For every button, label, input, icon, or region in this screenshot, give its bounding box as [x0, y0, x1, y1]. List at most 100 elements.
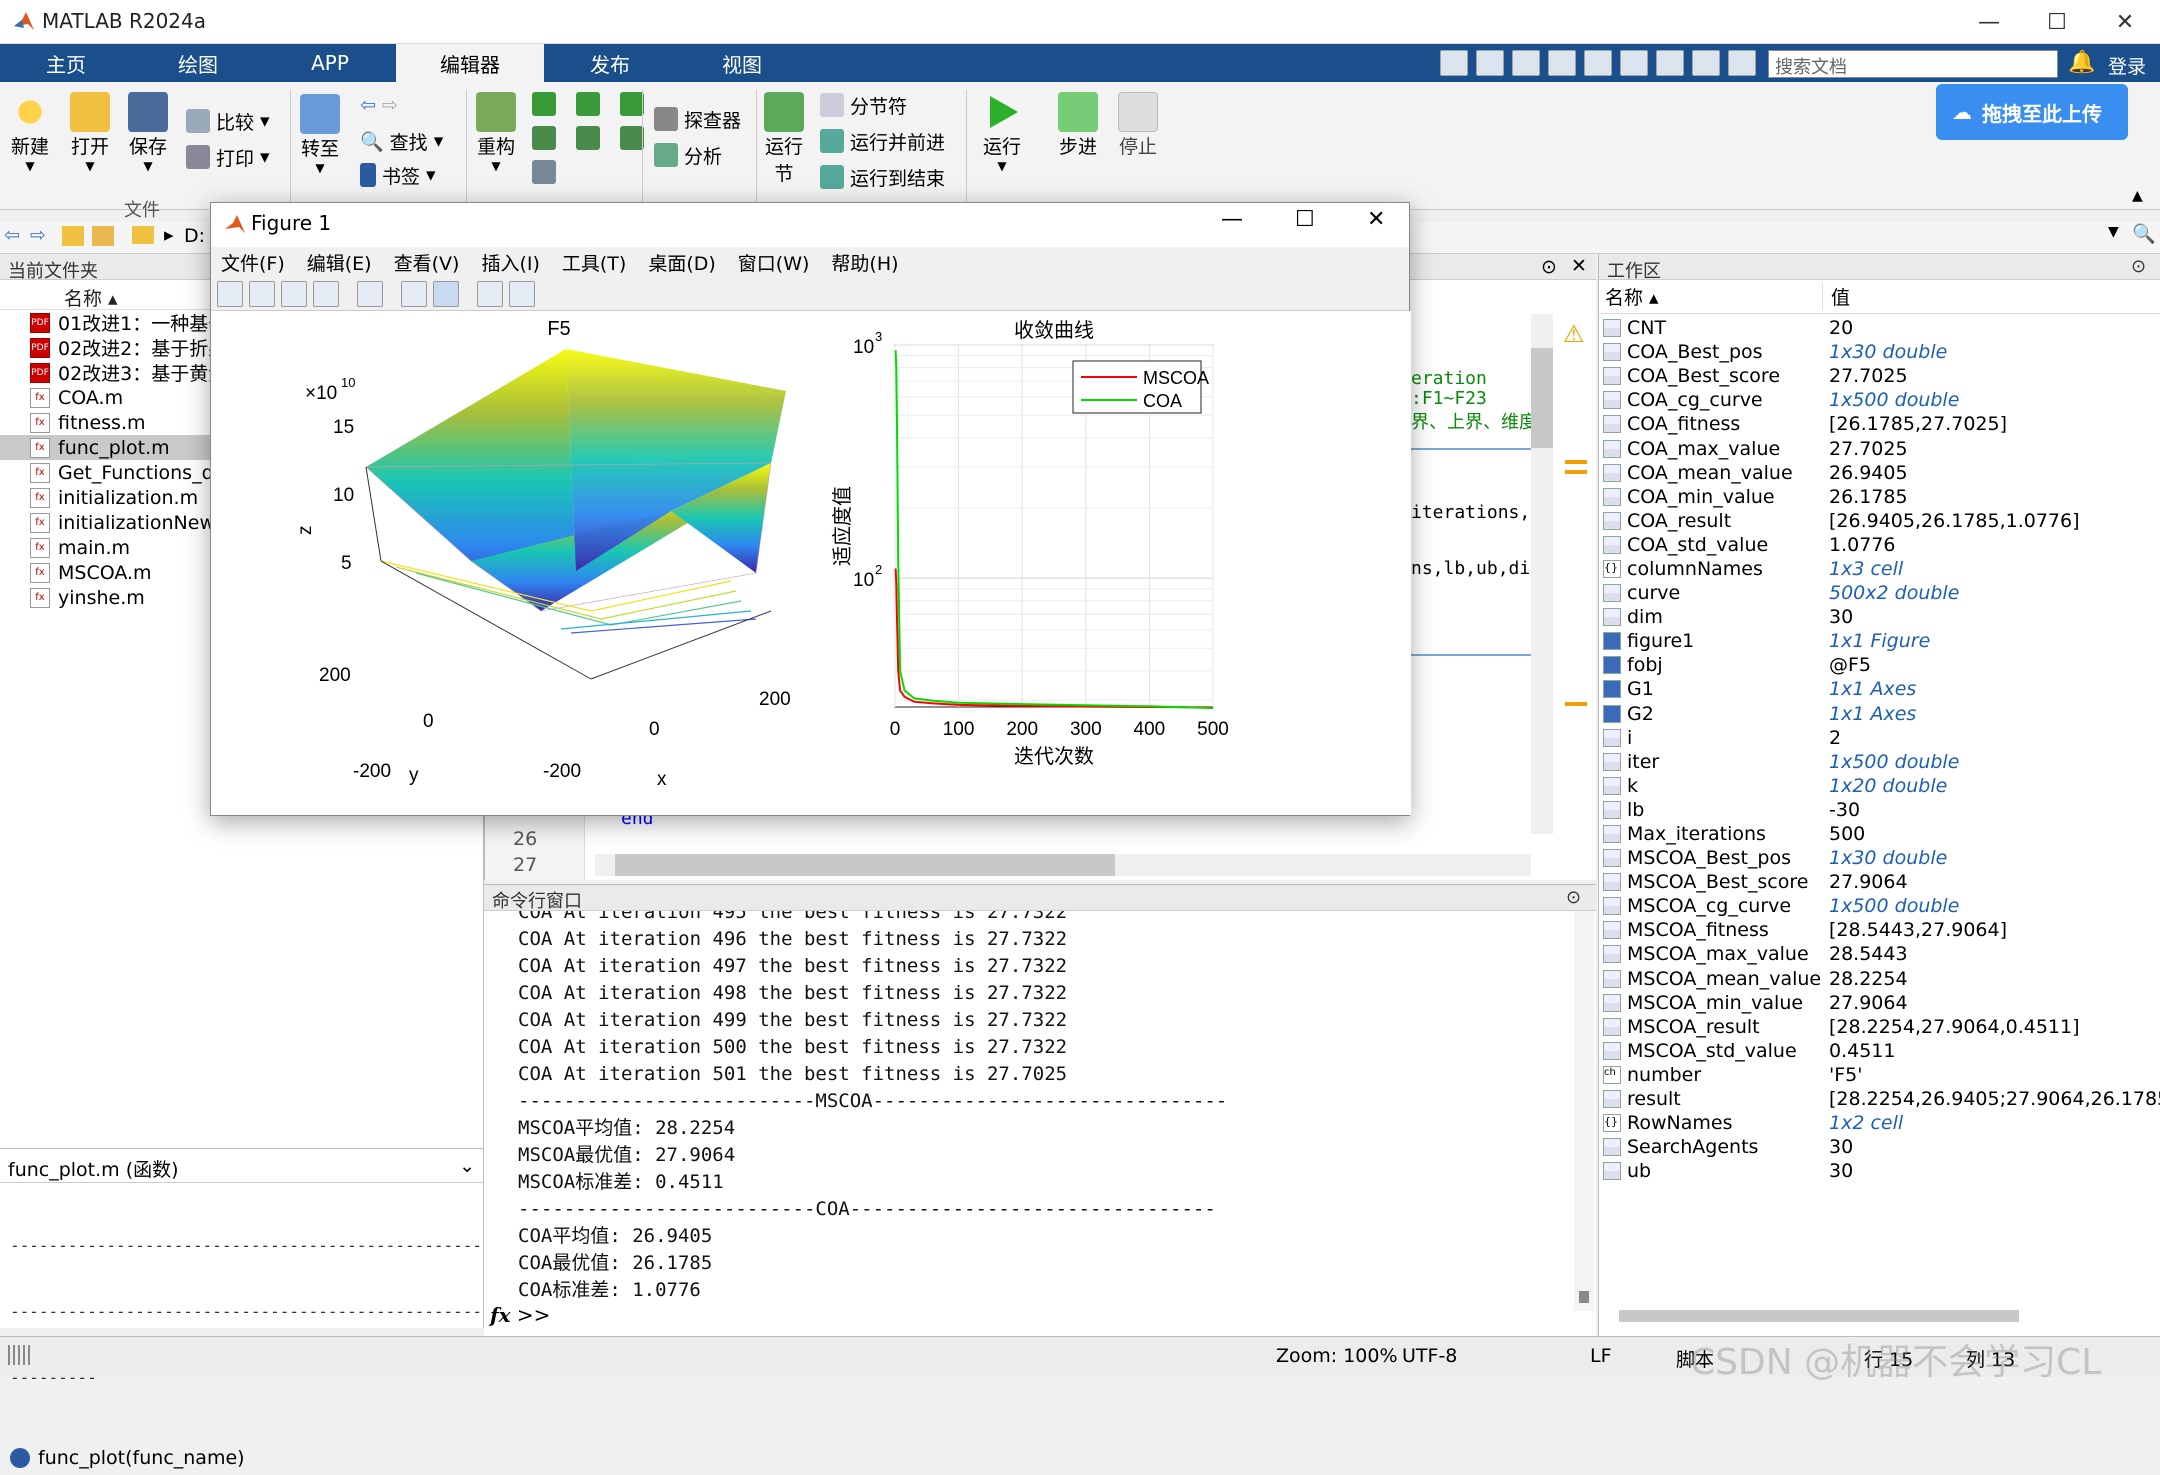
decrease-indent-icon[interactable]	[620, 126, 644, 150]
workspace-variable-row[interactable]: COA_min_value 26.1785	[1599, 485, 2160, 509]
up-folder-icon[interactable]	[62, 226, 84, 246]
workspace-variable-row[interactable]: MSCOA_max_value 28.5443	[1599, 942, 2160, 966]
close-button[interactable]: ✕	[2092, 0, 2158, 44]
cut-icon[interactable]	[1476, 50, 1504, 76]
compare-button[interactable]: 比较 ▾	[186, 106, 270, 136]
workspace-variable-row[interactable]: dim 30	[1599, 605, 2160, 629]
scrollbar-thumb[interactable]	[615, 854, 1115, 876]
back-icon[interactable]: ⇦	[4, 224, 20, 246]
figure-menu-item[interactable]: 桌面(D)	[648, 249, 715, 276]
link-plot-icon[interactable]	[357, 280, 383, 307]
bookmark-button[interactable]: 书签 ▾	[360, 160, 436, 190]
drag-upload-button[interactable]: ☁ 拖拽至此上传	[1936, 84, 2128, 140]
path-dropdown-icon[interactable]: ▼	[2108, 224, 2119, 240]
workspace-variable-row[interactable]: G1 1x1 Axes	[1599, 677, 2160, 701]
open-file-icon[interactable]	[249, 280, 275, 307]
save-figure-icon[interactable]	[281, 280, 307, 307]
goto-button[interactable]: 转至 ▼	[300, 94, 340, 175]
back-arrow-icon[interactable]: ⇦	[360, 94, 376, 116]
editor-options-icon[interactable]: ⊙	[1541, 256, 1557, 278]
tab-apps[interactable]: APP	[264, 44, 396, 82]
switch-windows-icon[interactable]	[1656, 50, 1684, 76]
tab-publish[interactable]: 发布	[544, 44, 676, 82]
legend-icon[interactable]	[433, 280, 459, 307]
cmd-scrollbar[interactable]	[1574, 911, 1594, 1311]
increase-indent-icon[interactable]	[576, 126, 600, 150]
convergence-axes[interactable]: 0 100 200 300 400 500103102收敛曲线迭代次数适应度值MSCOAC…	[830, 318, 1229, 768]
refactor-button[interactable]: 重构 ▼	[476, 92, 516, 173]
save-icon[interactable]	[1440, 50, 1468, 76]
figure-menu-item[interactable]: 帮助(H)	[831, 249, 898, 276]
prompt-line[interactable]: fx >>	[490, 1303, 550, 1327]
options-icon[interactable]	[1728, 50, 1756, 76]
fx-icon[interactable]: fx	[490, 1303, 511, 1327]
workspace-variable-row[interactable]: MSCOA_std_value 0.4511	[1599, 1039, 2160, 1063]
tab-view[interactable]: 视图	[676, 44, 808, 82]
new-figure-icon[interactable]	[217, 280, 243, 307]
workspace-variable-row[interactable]: COA_result [26.9405,26.1785,1.0776]	[1599, 509, 2160, 533]
workspace-variable-row[interactable]: k 1x20 double	[1599, 774, 2160, 798]
workspace-options-icon[interactable]: ⊙	[2131, 256, 2146, 277]
run-section-button[interactable]: 运行 节	[764, 92, 804, 186]
maximize-button[interactable]: ☐	[2024, 0, 2090, 44]
step-button[interactable]: 步进	[1058, 92, 1098, 159]
undo-icon[interactable]	[1584, 50, 1612, 76]
chevron-down-icon[interactable]: ⌄	[459, 1155, 475, 1177]
editor-vertical-scrollbar[interactable]	[1531, 314, 1553, 834]
tab-plots[interactable]: 绘图	[132, 44, 264, 82]
search-path-icon[interactable]: 🔍	[2132, 222, 2156, 245]
workspace-variable-row[interactable]: G2 1x1 Axes	[1599, 702, 2160, 726]
workspace-variable-row[interactable]: COA_Best_score 27.7025	[1599, 364, 2160, 388]
workspace-variable-row[interactable]: lb -30	[1599, 798, 2160, 822]
workspace-variable-row[interactable]: MSCOA_Best_score 27.9064	[1599, 870, 2160, 894]
bell-icon[interactable]: 🔔	[2068, 50, 2095, 75]
workspace-variable-row[interactable]: SearchAgents 30	[1599, 1135, 2160, 1159]
save-button[interactable]: 保存 ▼	[128, 92, 168, 173]
find-button[interactable]: 🔍 查找 ▾	[360, 126, 443, 156]
warning-marker[interactable]	[1565, 460, 1587, 464]
name-column-header[interactable]: 名称 ▴	[1599, 283, 1823, 310]
figure-minimize-button[interactable]: —	[1221, 207, 1243, 232]
back-forward-buttons[interactable]: ⇦ ⇨	[360, 90, 398, 120]
value-column-header[interactable]: 值	[1823, 283, 1850, 310]
editor-horizontal-scrollbar[interactable]	[595, 854, 1531, 876]
workspace-variable-row[interactable]: COA_mean_value 26.9405	[1599, 461, 2160, 485]
forward-icon[interactable]: ⇨	[30, 224, 46, 246]
workspace-variable-row[interactable]: curve 500x2 double	[1599, 581, 2160, 605]
workspace-variable-row[interactable]: ch number 'F5'	[1599, 1063, 2160, 1087]
workspace-horizontal-scrollbar[interactable]	[1619, 1310, 2019, 1322]
workspace-variable-row[interactable]: MSCOA_Best_pos 1x30 double	[1599, 846, 2160, 870]
command-window[interactable]: 命令行窗口 ⊙ COA At iteration 495 the best fit…	[484, 884, 1596, 1336]
wrap-comment-icon[interactable]	[620, 92, 644, 116]
paste-icon[interactable]	[1548, 50, 1576, 76]
tab-editor[interactable]: 编辑器	[396, 44, 544, 82]
path-drive[interactable]: D:	[184, 225, 205, 247]
workspace-variable-row[interactable]: iter 1x500 double	[1599, 750, 2160, 774]
scrollbar-thumb[interactable]	[1531, 348, 1553, 448]
details-header[interactable]: func_plot.m (函数) ⌄	[0, 1149, 483, 1183]
collapse-ribbon-icon[interactable]: ▲	[2132, 188, 2143, 204]
workspace-variable-row[interactable]: {} RowNames 1x2 cell	[1599, 1111, 2160, 1135]
cmd-options-icon[interactable]: ⊙	[1566, 887, 1581, 908]
analyze-button[interactable]: 分析	[654, 140, 722, 170]
help-icon[interactable]	[1692, 50, 1720, 76]
workspace-variable-row[interactable]: figure1 1x1 Figure	[1599, 629, 2160, 653]
function-icon[interactable]	[532, 160, 556, 184]
run-to-end-button[interactable]: 运行到结束	[820, 162, 945, 192]
workspace-variable-row[interactable]: MSCOA_min_value 27.9064	[1599, 991, 2160, 1015]
warning-marker[interactable]	[1565, 702, 1587, 706]
workspace-variable-row[interactable]: CNT 20	[1599, 316, 2160, 340]
figure-maximize-button[interactable]: ☐	[1295, 207, 1315, 232]
figure-menu-item[interactable]: 文件(F)	[221, 249, 285, 276]
profiler-button[interactable]: 探查器	[654, 104, 741, 134]
workspace-variable-row[interactable]: Max_iterations 500	[1599, 822, 2160, 846]
print-figure-icon[interactable]	[313, 280, 339, 307]
figure-menu-item[interactable]: 编辑(E)	[307, 249, 372, 276]
section-break-button[interactable]: 分节符	[820, 90, 907, 120]
close-editor-icon[interactable]: ✕	[1571, 255, 1587, 277]
workspace-variable-row[interactable]: COA_fitness [26.1785,27.7025]	[1599, 412, 2160, 436]
figure-menu-item[interactable]: 查看(V)	[394, 249, 460, 276]
workspace-variable-row[interactable]: ub 30	[1599, 1159, 2160, 1183]
workspace-variable-row[interactable]: fobj @F5	[1599, 653, 2160, 677]
warning-icon[interactable]: ⚠	[1563, 320, 1585, 348]
